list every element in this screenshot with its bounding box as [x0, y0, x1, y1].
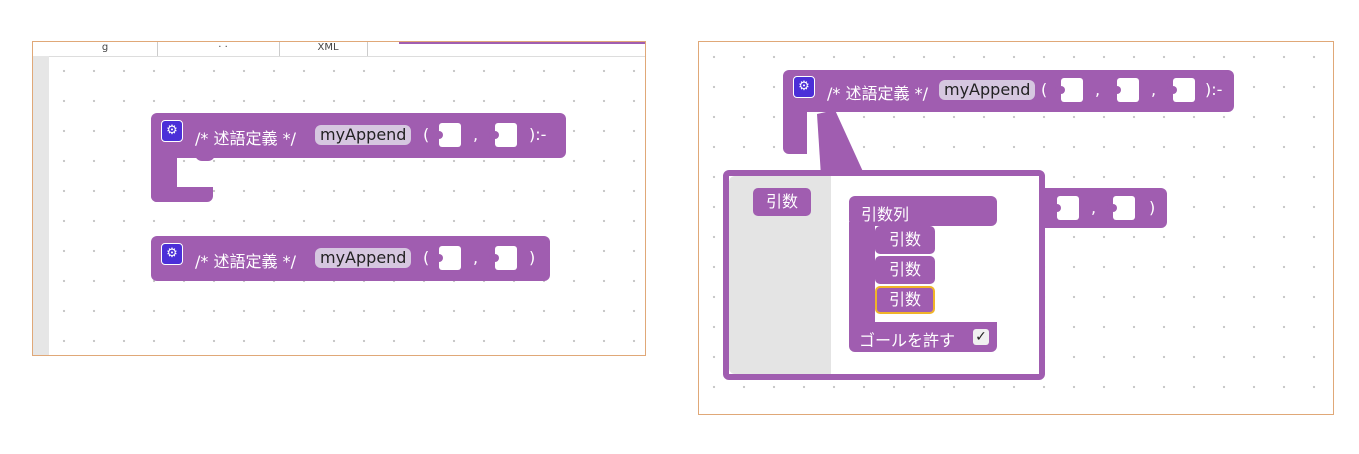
- gear-icon[interactable]: ⚙: [793, 76, 815, 98]
- gear-icon[interactable]: ⚙: [161, 243, 183, 265]
- predicate-definition-block[interactable]: ⚙ /* 述語定義 */ myAppend ( , ):-: [151, 113, 566, 158]
- predicate-definition-block[interactable]: ⚙ /* 述語定義 */ myAppend ( , ): [151, 236, 550, 281]
- goal-row[interactable]: ゴールを許す ✓: [849, 322, 997, 352]
- argument-item-1[interactable]: 引数: [875, 226, 935, 254]
- tab-1[interactable]: g: [53, 42, 158, 56]
- mutator-bubble[interactable]: 引数 引数列 ゴールを許す ✓ 引数 引数 引数: [723, 170, 1045, 380]
- neck-label: ):-: [529, 125, 547, 144]
- predicate-name-field[interactable]: myAppend: [939, 80, 1036, 100]
- comma-label: ,: [473, 125, 479, 144]
- comment-label: /* 述語定義 */: [195, 252, 296, 271]
- block-c-bottom: [151, 187, 213, 202]
- container-arm: [849, 222, 875, 330]
- tab-underline: [399, 42, 645, 44]
- puzzle-notch: [433, 131, 443, 139]
- left-workspace[interactable]: g · · XML ⚙ /* 述語定義 */ myAppend ( , ):- …: [32, 41, 646, 356]
- predicate-name-field[interactable]: myAppend: [315, 248, 412, 268]
- tab-xml[interactable]: XML: [289, 42, 368, 56]
- flyout-argument-block[interactable]: 引数: [753, 188, 811, 216]
- comma-label: ,: [1095, 80, 1101, 99]
- puzzle-notch: [1167, 86, 1177, 94]
- puzzle-notch: [1051, 204, 1061, 212]
- predicate-name-field[interactable]: myAppend: [315, 125, 412, 145]
- gear-icon[interactable]: ⚙: [161, 120, 183, 142]
- argument-slot-1[interactable]: [433, 246, 461, 270]
- argument-slot-1[interactable]: [1055, 78, 1083, 102]
- workspace-grid: [49, 56, 645, 355]
- left-scrollbar[interactable]: [33, 56, 49, 355]
- tab-2[interactable]: · ·: [167, 42, 280, 56]
- puzzle-notch: [1107, 204, 1117, 212]
- puzzle-notch: [489, 131, 499, 139]
- comment-label: /* 述語定義 */: [195, 129, 296, 148]
- close-paren-label: ): [1149, 198, 1156, 217]
- open-paren-label: (: [423, 248, 430, 267]
- open-paren-label: (: [1041, 80, 1048, 99]
- neck-label: ):-: [1205, 80, 1223, 99]
- tab-strip: g · · XML: [33, 42, 645, 57]
- right-workspace[interactable]: ⚙ /* 述語定義 */ myAppend ( , , ):- , ) 引数 引…: [698, 41, 1334, 415]
- argument-slot-2[interactable]: [489, 246, 517, 270]
- argument-slot-3[interactable]: [1107, 196, 1135, 220]
- comma-label: ,: [473, 248, 479, 267]
- comma-label: ,: [1151, 80, 1157, 99]
- argument-slot-2[interactable]: [1111, 78, 1139, 102]
- argument-slot-2[interactable]: [489, 123, 517, 147]
- comment-label: /* 述語定義 */: [827, 84, 928, 103]
- comma-label: ,: [1091, 198, 1097, 217]
- argument-item-2[interactable]: 引数: [875, 256, 935, 284]
- argument-slot-2[interactable]: [1051, 196, 1079, 220]
- argument-slot-1[interactable]: [433, 123, 461, 147]
- goal-checkbox[interactable]: ✓: [973, 329, 989, 345]
- open-paren-label: (: [423, 125, 430, 144]
- puzzle-notch: [1111, 86, 1121, 94]
- puzzle-notch: [1055, 86, 1065, 94]
- argument-item-3-selected[interactable]: 引数: [875, 286, 935, 314]
- argument-slot-3[interactable]: [1167, 78, 1195, 102]
- puzzle-notch: [433, 254, 443, 262]
- close-paren-label: ): [529, 248, 536, 267]
- puzzle-notch: [489, 254, 499, 262]
- goal-label: ゴールを許す: [859, 331, 956, 350]
- predicate-definition-block-partial[interactable]: , ): [1029, 188, 1167, 228]
